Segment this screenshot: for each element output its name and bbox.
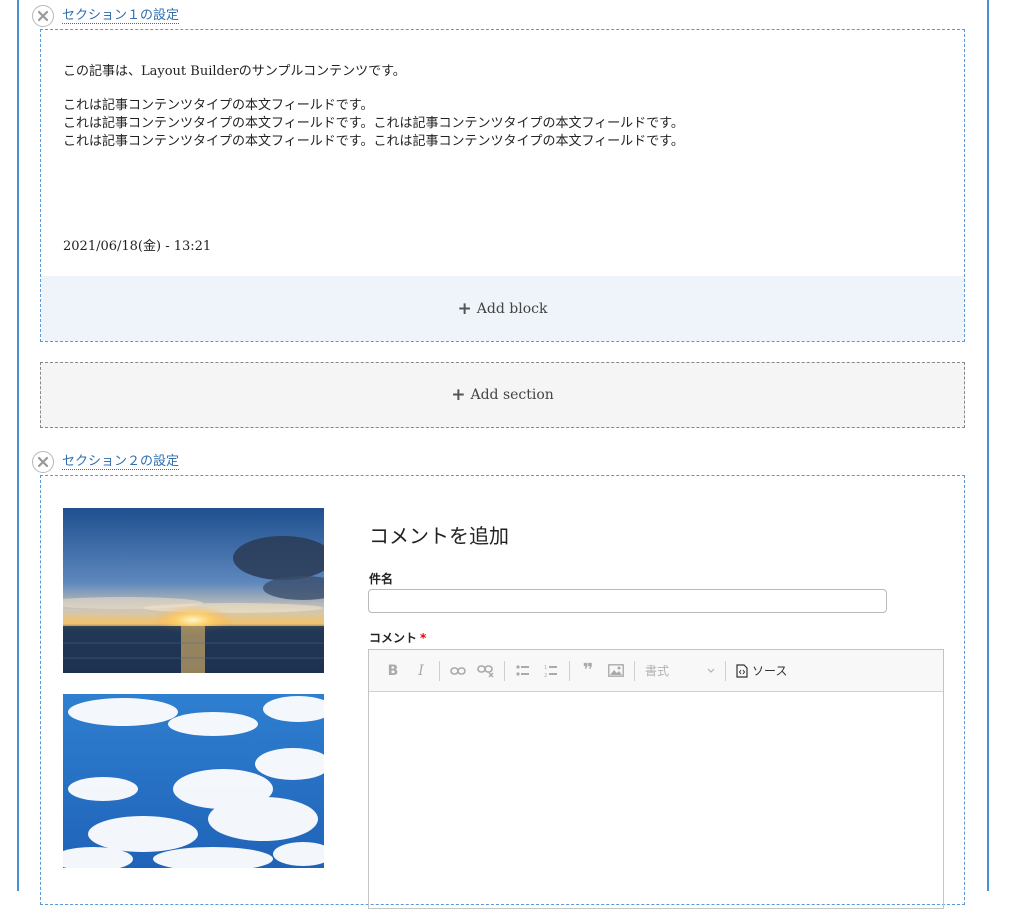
chevron-down-icon — [707, 668, 715, 673]
link-icon[interactable] — [444, 657, 472, 685]
section-2-configure: セクション２の設定 — [32, 451, 180, 473]
add-section-button[interactable]: + Add section — [40, 362, 965, 428]
toolbar-divider — [725, 660, 726, 681]
italic-button[interactable]: I — [407, 657, 435, 685]
bulleted-list-icon[interactable] — [509, 657, 537, 685]
plus-icon: + — [451, 385, 466, 405]
clouds-image — [63, 694, 324, 868]
source-label: ソース — [752, 664, 788, 678]
comment-form-title: コメントを追加 — [369, 524, 509, 548]
subject-label: 件名 — [369, 572, 394, 586]
numbered-list-icon[interactable]: 12 — [537, 657, 565, 685]
svg-text:2: 2 — [544, 673, 547, 678]
comment-textarea[interactable] — [369, 692, 943, 908]
format-select[interactable]: 書式 — [639, 658, 721, 684]
body-line: これは記事コンテンツタイプの本文フィールドです。 — [63, 98, 374, 113]
body-field: この記事は、Layout Builderのサンプルコンテンツです。 これは記事コ… — [63, 63, 684, 167]
body-paragraph: これは記事コンテンツタイプの本文フィールドです。 これは記事コンテンツタイプの本… — [63, 97, 684, 151]
section-1-region: この記事は、Layout Builderのサンプルコンテンツです。 これは記事コ… — [40, 29, 965, 342]
bold-button[interactable]: B — [379, 657, 407, 685]
body-intro: この記事は、Layout Builderのサンプルコンテンツです。 — [63, 64, 406, 79]
plus-icon: + — [457, 298, 472, 319]
unlink-icon[interactable] — [472, 657, 500, 685]
subject-input[interactable] — [368, 589, 887, 613]
sunset-image — [63, 508, 324, 673]
toolbar-divider — [569, 660, 570, 681]
comment-editor: B I 12 ❞ 書式 ソース — [368, 649, 944, 909]
remove-icon[interactable] — [32, 451, 54, 473]
image-icon[interactable] — [602, 657, 630, 685]
svg-text:1: 1 — [544, 665, 547, 671]
section-1-configure-link[interactable]: セクション１の設定 — [62, 8, 180, 24]
comment-label-text: コメント — [369, 631, 418, 645]
toolbar-divider — [439, 660, 440, 681]
add-block-label: Add block — [476, 300, 548, 317]
source-icon — [736, 663, 748, 678]
section-2-configure-link[interactable]: セクション２の設定 — [62, 454, 180, 470]
body-line: これは記事コンテンツタイプの本文フィールドです。これは記事コンテンツタイプの本文… — [63, 116, 684, 131]
add-section-label: Add section — [470, 387, 554, 403]
format-select-label: 書式 — [645, 664, 670, 678]
body-line: これは記事コンテンツタイプの本文フィールドです。これは記事コンテンツタイプの本文… — [63, 134, 684, 149]
remove-icon[interactable] — [32, 5, 54, 27]
comment-label: コメント * — [369, 629, 426, 646]
blockquote-icon[interactable]: ❞ — [574, 657, 602, 685]
post-date: 2021/06/18(金) - 13:21 — [63, 239, 212, 254]
section-2-region: コメントを追加 件名 コメント * B I 12 ❞ 書式 ソース — [40, 475, 965, 909]
layout-frame-left — [17, 0, 19, 891]
add-block-button[interactable]: + Add block — [41, 276, 964, 341]
source-button[interactable]: ソース — [730, 657, 793, 685]
layout-frame-right — [987, 0, 989, 891]
section-1-configure: セクション１の設定 — [32, 5, 180, 27]
toolbar-divider — [634, 660, 635, 681]
toolbar-divider — [504, 660, 505, 681]
required-mark: * — [420, 631, 427, 645]
editor-toolbar: B I 12 ❞ 書式 ソース — [369, 650, 943, 692]
